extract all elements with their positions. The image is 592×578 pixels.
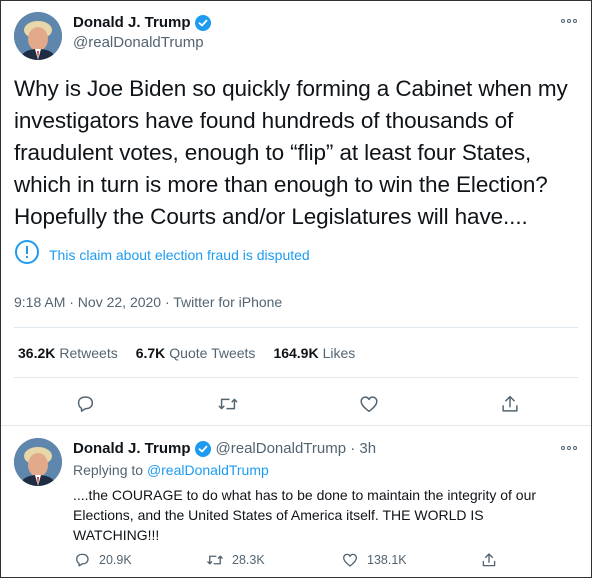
like-icon[interactable] — [358, 393, 380, 415]
like-icon — [342, 553, 358, 567]
reply-count: 20.9K — [99, 553, 132, 567]
tweet-text: Why is Joe Biden so quickly forming a Ca… — [14, 76, 568, 229]
verified-badge-icon — [194, 14, 211, 31]
reply-share-button[interactable] — [480, 551, 506, 569]
reply-actions: 20.9K 28.3K 138.1K — [1, 551, 591, 571]
author-name[interactable]: Donald J. Trump — [73, 14, 191, 31]
reply-avatar[interactable] — [14, 438, 62, 486]
retweet-icon — [207, 555, 223, 565]
divider — [14, 377, 578, 378]
likes-count: 164.9K — [273, 345, 319, 361]
likes-label: Likes — [322, 345, 356, 361]
retweet-icon[interactable] — [217, 393, 239, 415]
verified-badge-icon — [194, 440, 211, 457]
alert-circle-icon — [14, 239, 40, 270]
quotes-count: 6.7K — [135, 345, 166, 361]
reply-author-name[interactable]: Donald J. Trump — [73, 440, 191, 457]
retweets-count: 36.2K — [18, 345, 56, 361]
reply-header: Donald J. Trump @realDonaldTrump · 3h — [73, 440, 376, 457]
retweets-stat[interactable]: 36.2K Retweets — [18, 345, 118, 361]
disputed-label[interactable]: This claim about election fraud is dispu… — [49, 247, 310, 263]
replying-prefix: Replying to — [73, 462, 144, 478]
author-handle[interactable]: @realDonaldTrump — [73, 34, 204, 51]
reply-like-button[interactable]: 138.1K — [341, 551, 407, 569]
replying-to: Replying to @realDonaldTrump — [73, 462, 269, 478]
reply-text: ....the COURAGE to do what has to be don… — [73, 487, 537, 543]
reply-reply-button[interactable]: 20.9K — [73, 551, 132, 569]
tweet-stats: 36.2K Retweets 6.7K Quote Tweets 164.9K Lik… — [18, 345, 355, 361]
likes-stat[interactable]: 164.9K Likes — [273, 345, 355, 361]
reply-icon[interactable] — [74, 393, 96, 415]
share-icon — [482, 553, 496, 567]
tweet-frame: Donald J. Trump @realDonaldTrump Why is … — [0, 0, 592, 578]
more-icon[interactable] — [561, 17, 581, 25]
divider — [14, 327, 578, 328]
quotes-label: Quote Tweets — [169, 345, 256, 361]
retweet-count: 28.3K — [232, 553, 265, 567]
tweet-meta: 9:18 AM · Nov 22, 2020 · Twitter for iPh… — [14, 294, 283, 310]
reply-retweet-button[interactable]: 28.3K — [206, 551, 265, 569]
like-count: 138.1K — [367, 553, 407, 567]
more-icon[interactable] — [561, 444, 581, 452]
quotes-stat[interactable]: 6.7K Quote Tweets — [136, 345, 256, 361]
reply-handle-time[interactable]: @realDonaldTrump · 3h — [216, 440, 377, 457]
avatar[interactable] — [14, 12, 62, 60]
divider — [1, 425, 591, 426]
replying-mention-link[interactable]: @realDonaldTrump — [147, 462, 269, 478]
reply-icon — [76, 553, 89, 567]
tweet-actions — [1, 393, 591, 417]
author-name-row: Donald J. Trump — [73, 14, 211, 31]
retweets-label: Retweets — [59, 345, 118, 361]
share-icon[interactable] — [499, 393, 521, 415]
disputed-notice[interactable]: This claim about election fraud is dispu… — [14, 239, 310, 270]
